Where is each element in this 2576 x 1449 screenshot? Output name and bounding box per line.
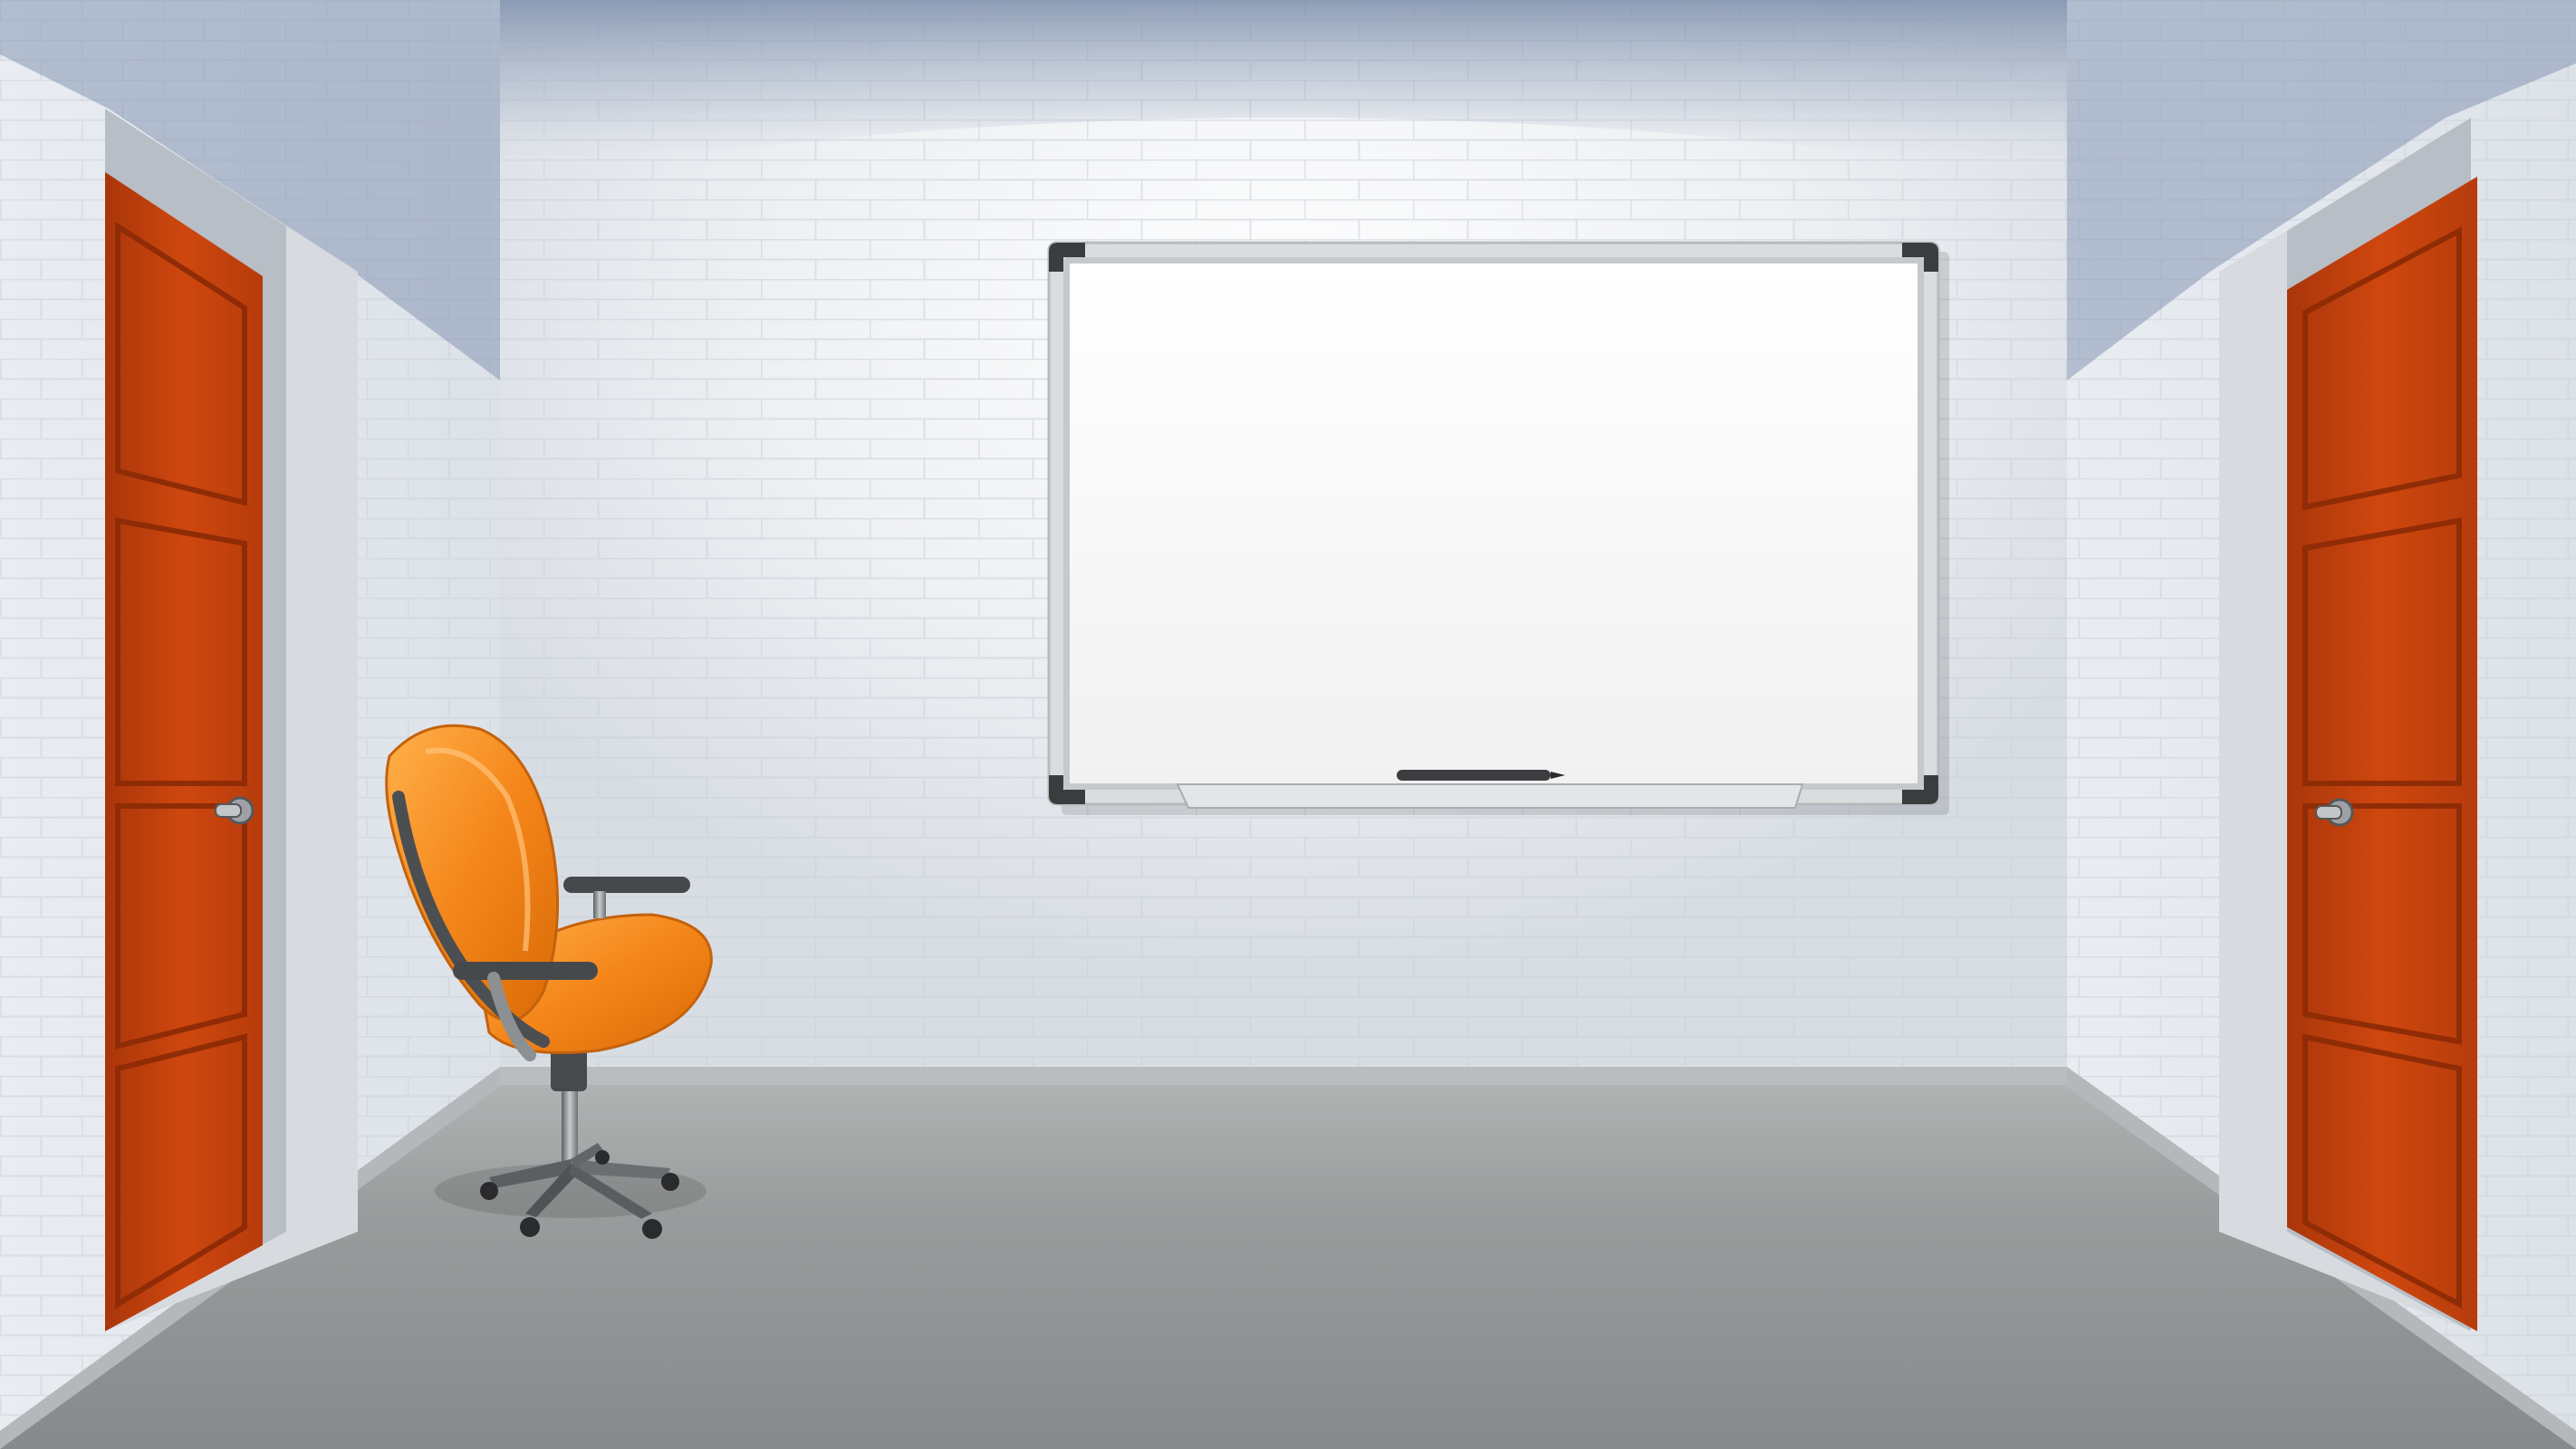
right-door[interactable] (2219, 118, 2477, 1331)
escape-room-scene (0, 0, 2576, 1449)
marker-icon[interactable] (1397, 770, 1565, 781)
whiteboard-surface[interactable] (1070, 264, 1918, 783)
armrest-right (563, 877, 690, 893)
room-canvas (0, 0, 2576, 1449)
left-door[interactable] (105, 109, 358, 1331)
armrest-left (453, 962, 598, 980)
marker-tray (1176, 783, 1804, 809)
whiteboard[interactable] (1047, 241, 1949, 815)
